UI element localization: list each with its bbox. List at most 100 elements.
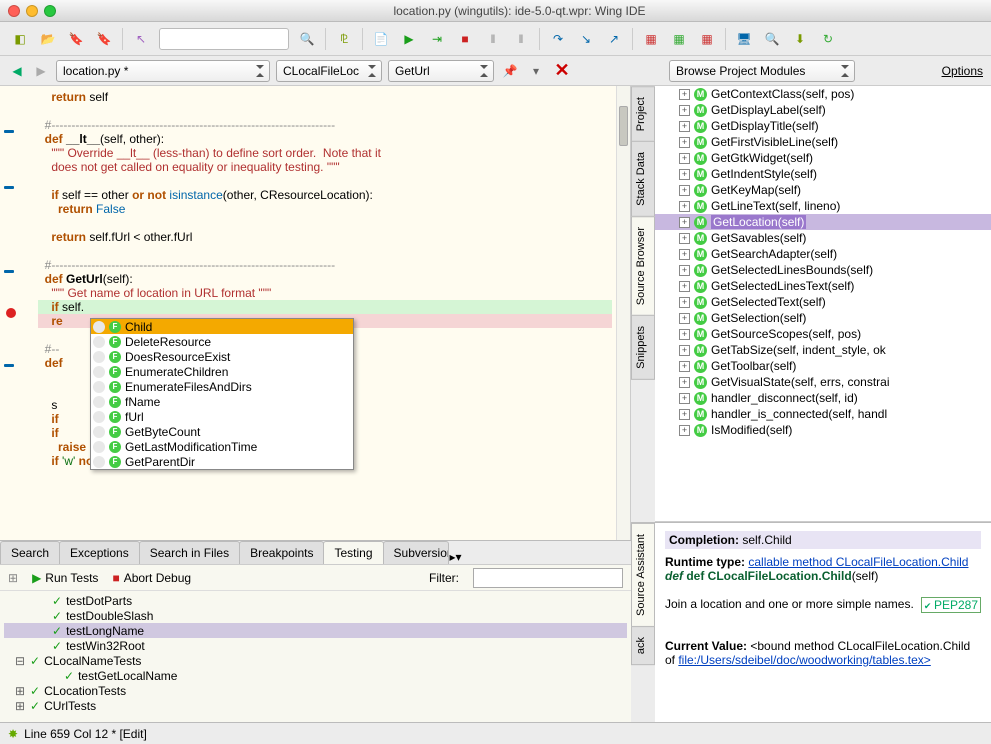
class-selector[interactable]: CLocalFileLoc	[276, 60, 382, 82]
pep-badge[interactable]: ✔ PEP287	[921, 597, 981, 613]
side-tab-source-browser[interactable]: Source Browser	[631, 216, 655, 316]
test-item[interactable]: ✓testDotParts	[4, 593, 627, 608]
expand-icon[interactable]: +	[679, 249, 690, 260]
test-item[interactable]: ✓testGetLocalName	[4, 668, 627, 683]
panel2-icon[interactable]: ▦	[669, 29, 689, 49]
side-tab-ack[interactable]: ack	[631, 626, 655, 665]
expand-icon[interactable]: +	[679, 329, 690, 340]
tab-overflow-icon[interactable]: ▸▾	[450, 550, 462, 564]
expand-icon[interactable]: +	[679, 185, 690, 196]
run-icon[interactable]: ▶	[399, 29, 419, 49]
pause-icon-2[interactable]: ‖	[511, 29, 531, 49]
source-item[interactable]: +MGetDisplayLabel(self)	[655, 102, 991, 118]
window-controls[interactable]	[8, 5, 56, 17]
autocomplete-item[interactable]: FChild	[91, 319, 353, 334]
editor-scrollbar[interactable]	[616, 86, 630, 540]
file-selector[interactable]: location.py *	[56, 60, 270, 82]
options-link[interactable]: Options	[942, 64, 983, 78]
test-item[interactable]: ⊞✓CLocationTests	[4, 683, 627, 698]
source-item[interactable]: +MGetGtkWidget(self)	[655, 150, 991, 166]
filter-input[interactable]	[473, 568, 623, 588]
run-tests-button[interactable]: Run Tests	[32, 571, 98, 585]
refresh-icon[interactable]: ↻	[818, 29, 838, 49]
search-input[interactable]	[159, 28, 289, 50]
monitor-icon[interactable]: 🖥	[734, 29, 754, 49]
breakpoint-icon[interactable]	[6, 308, 16, 318]
source-browser-tree[interactable]: +MGetContextClass(self, pos)+MGetDisplay…	[655, 86, 991, 522]
bottom-tab-breakpoints[interactable]: Breakpoints	[239, 541, 324, 564]
zoom-window[interactable]	[44, 5, 56, 17]
source-item[interactable]: +MGetDisplayTitle(self)	[655, 118, 991, 134]
doc-error-icon[interactable]: 📄	[371, 29, 391, 49]
bottom-tab-search-in-files[interactable]: Search in Files	[139, 541, 240, 564]
source-item[interactable]: +MGetTabSize(self, indent_style, ok	[655, 342, 991, 358]
cursor-icon[interactable]: ↖	[131, 29, 151, 49]
zoom-icon[interactable]: 🔍	[762, 29, 782, 49]
source-item[interactable]: +MGetToolbar(self)	[655, 358, 991, 374]
autocomplete-item[interactable]: FDoesResourceExist	[91, 349, 353, 364]
expand-icon[interactable]: ⊞	[14, 684, 26, 698]
close-window[interactable]	[8, 5, 20, 17]
autocomplete-item[interactable]: FGetByteCount	[91, 424, 353, 439]
source-item[interactable]: +MGetSavables(self)	[655, 230, 991, 246]
code-content[interactable]: return self #---------------------------…	[34, 86, 616, 540]
method-selector[interactable]: GetUrl	[388, 60, 494, 82]
download-icon[interactable]: ⬇	[790, 29, 810, 49]
expand-icon[interactable]: +	[679, 345, 690, 356]
expand-icon[interactable]: +	[679, 377, 690, 388]
scrollbar-thumb[interactable]	[619, 106, 628, 146]
source-item[interactable]: +MGetKeyMap(self)	[655, 182, 991, 198]
test-item[interactable]: ✓testLongName	[4, 623, 627, 638]
expand-icon[interactable]: +	[679, 393, 690, 404]
search-icon[interactable]: 🔍	[297, 29, 317, 49]
bookmark-icon[interactable]: 🔖	[66, 29, 86, 49]
autocomplete-item[interactable]: FGetParentDir	[91, 454, 353, 469]
expand-icon[interactable]: +	[679, 361, 690, 372]
source-item[interactable]: +Mhandler_disconnect(self, id)	[655, 390, 991, 406]
expand-icon[interactable]: +	[679, 89, 690, 100]
expand-icon[interactable]: +	[679, 297, 690, 308]
bottom-tab-testing[interactable]: Testing	[323, 541, 383, 564]
source-item[interactable]: +MGetSourceScopes(self, pos)	[655, 326, 991, 342]
bottom-tab-subversion[interactable]: Subversion	[383, 541, 449, 564]
expand-icon[interactable]: +	[679, 105, 690, 116]
pause-icon[interactable]: ‖	[483, 29, 503, 49]
test-item[interactable]: ✓testWin32Root	[4, 638, 627, 653]
source-item[interactable]: +MGetIndentStyle(self)	[655, 166, 991, 182]
bookmarks-icon[interactable]: 🔖	[94, 29, 114, 49]
step-out-icon[interactable]: ↗	[604, 29, 624, 49]
autocomplete-item[interactable]: FEnumerateChildren	[91, 364, 353, 379]
autocomplete-item[interactable]: FDeleteResource	[91, 334, 353, 349]
expand-icon[interactable]: +	[679, 217, 690, 228]
fold-marker[interactable]	[4, 364, 14, 367]
test-item[interactable]: ✓testDoubleSlash	[4, 608, 627, 623]
source-item[interactable]: +MGetSelectedText(self)	[655, 294, 991, 310]
autocomplete-item[interactable]: FGetLastModificationTime	[91, 439, 353, 454]
expand-icon[interactable]: +	[679, 313, 690, 324]
test-item[interactable]: ⊟✓CLocalNameTests	[4, 653, 627, 668]
fold-marker[interactable]	[4, 186, 14, 189]
editor-gutter[interactable]	[0, 86, 34, 540]
expand-icon[interactable]: +	[679, 121, 690, 132]
dropdown-icon[interactable]: ▾	[526, 61, 546, 81]
source-item[interactable]: +MGetVisualState(self, errs, constrai	[655, 374, 991, 390]
side-tab-snippets[interactable]: Snippets	[631, 315, 655, 380]
bottom-tab-search[interactable]: Search	[0, 541, 60, 564]
module-browser-selector[interactable]: Browse Project Modules	[669, 60, 855, 82]
test-item[interactable]: ⊞✓CUrlTests	[4, 698, 627, 713]
source-item[interactable]: +MIsModified(self)	[655, 422, 991, 438]
bottom-tab-exceptions[interactable]: Exceptions	[59, 541, 140, 564]
replace-icon[interactable]: ⅊	[334, 29, 354, 49]
step-over-icon[interactable]: ↷	[548, 29, 568, 49]
expand-icon[interactable]: +	[679, 281, 690, 292]
expand-icon[interactable]: +	[679, 425, 690, 436]
runtime-type-link[interactable]: callable method CLocalFileLocation.Child	[748, 555, 968, 569]
expand-icon[interactable]: ⊟	[14, 654, 26, 668]
source-item[interactable]: +MGetSearchAdapter(self)	[655, 246, 991, 262]
source-item[interactable]: +MGetLineText(self, lineno)	[655, 198, 991, 214]
open-folder-icon[interactable]: 📂	[38, 29, 58, 49]
fold-marker[interactable]	[4, 130, 14, 133]
minimize-window[interactable]	[26, 5, 38, 17]
source-item[interactable]: +MGetSelectedLinesBounds(self)	[655, 262, 991, 278]
side-tab-stack-data[interactable]: Stack Data	[631, 141, 655, 217]
